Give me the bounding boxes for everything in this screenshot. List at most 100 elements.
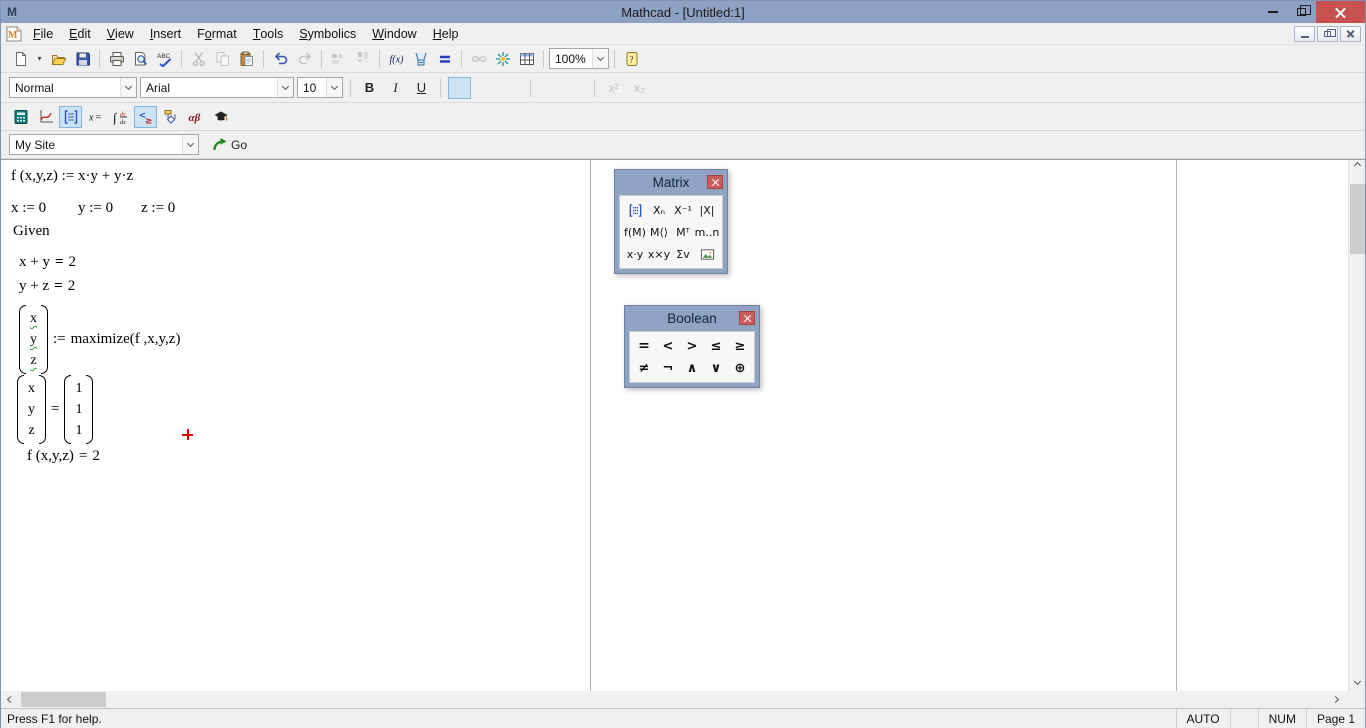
paste-button[interactable] [235,48,258,70]
restore-button[interactable] [1287,1,1316,23]
numbering-button[interactable] [564,77,587,99]
style-combo[interactable]: Normal [9,77,137,98]
underline-button[interactable]: U [410,77,433,99]
vertical-scrollbar-thumb[interactable] [1350,184,1365,254]
align-center-button[interactable] [474,77,497,99]
worksheet[interactable]: f (x,y,z) := x·y + y·z x := 0 y := 0 z :… [1,159,1365,691]
spell-check-button[interactable] [153,48,176,70]
menu-format[interactable]: Fo rmat [189,23,245,44]
picture-button[interactable] [695,243,719,265]
menu-view[interactable]: View [99,23,142,44]
insert-matrix-button[interactable] [623,199,647,221]
and-button[interactable]: ∧ [680,357,704,379]
combo-dropdown-icon[interactable] [326,78,342,97]
open-button[interactable] [47,48,70,70]
redo-button[interactable] [293,48,316,70]
undo-button[interactable] [269,48,292,70]
math-region-solve-block[interactable]: xyz := maximize(f ,x,y,z) [19,305,180,374]
or-button[interactable]: ∨ [704,357,728,379]
bool-equals-button[interactable]: = [632,335,656,357]
resources-combo[interactable]: My Site [9,134,199,155]
superscript-button[interactable]: x² [602,77,625,99]
child-restore-button[interactable] [1317,25,1338,42]
scroll-down-button[interactable] [1349,674,1365,691]
print-preview-button[interactable] [129,48,152,70]
symbolic-toolbar-button[interactable] [209,106,232,128]
matrix-palette-titlebar[interactable]: Matrix [615,170,727,195]
boolean-palette-titlebar[interactable]: Boolean [625,306,759,331]
menu-help[interactable]: Help [425,23,467,44]
copy-button[interactable] [211,48,234,70]
align-left-button[interactable] [448,76,471,99]
child-minimize-button[interactable] [1294,25,1315,42]
insert-function-button[interactable] [385,48,408,70]
align-regions-button[interactable] [327,48,350,70]
inverse-button[interactable]: X⁻¹ [671,199,695,221]
math-region-assign-y[interactable]: y := 0 [78,200,113,217]
new-dropdown-button[interactable]: ▾ [33,48,46,70]
greater-than-button[interactable]: > [680,335,704,357]
close-button[interactable] [739,311,755,325]
graph-toolbar-button[interactable] [34,106,57,128]
new-button[interactable] [9,48,32,70]
print-button[interactable] [105,48,128,70]
vector-sum-button[interactable]: Σv [671,243,695,265]
determinant-button[interactable]: |X| [695,199,719,221]
scroll-left-button[interactable] [1,691,18,708]
greater-equal-button[interactable]: ≥ [728,335,752,357]
menu-window[interactable]: Window [364,23,424,44]
dot-product-button[interactable]: x·y [623,243,647,265]
matrix-toolbar-button[interactable] [59,105,82,128]
horizontal-scrollbar-thumb[interactable] [21,692,106,707]
evaluation-toolbar-button[interactable] [84,106,107,128]
combo-dropdown-icon[interactable] [277,78,293,97]
subscript-operator-button[interactable]: Xₙ [647,199,671,221]
menu-tools[interactable]: Tools [245,23,292,44]
horizontal-scrollbar[interactable] [1,691,1365,708]
font-combo[interactable]: Arial [140,77,294,98]
cross-product-button[interactable]: x×y [647,243,671,265]
menu-insert[interactable]: Insert [142,23,189,44]
insert-table-button[interactable] [515,48,538,70]
minimize-button[interactable] [1258,1,1287,23]
cut-button[interactable] [187,48,210,70]
menu-file[interactable]: File [25,23,61,44]
zoom-combo[interactable]: 100% [549,48,609,69]
less-equal-button[interactable]: ≤ [704,335,728,357]
not-equal-button[interactable]: ≠ [632,357,656,379]
menu-symbolics[interactable]: Symbolics [291,23,364,44]
combo-dropdown-icon[interactable] [120,78,136,97]
combo-dropdown-icon[interactable] [592,49,608,68]
calculus-toolbar-button[interactable] [109,106,132,128]
title-bar[interactable]: M Mathcad - [Untitled:1] [1,1,1365,23]
math-region-result-vector[interactable]: xyz = 1 1 1 [17,375,94,444]
go-button[interactable]: Go [205,134,254,156]
help-button[interactable] [620,48,643,70]
greek-toolbar-button[interactable] [184,106,207,128]
close-button[interactable] [1316,1,1365,23]
separate-regions-button[interactable] [351,48,374,70]
italic-button[interactable]: I [384,77,407,99]
vectorize-button[interactable]: f(M) [623,221,647,243]
subscript-button[interactable]: x₂ [628,77,651,99]
scroll-right-button[interactable] [1328,691,1345,708]
programming-toolbar-button[interactable] [159,106,182,128]
bullets-button[interactable] [538,77,561,99]
math-region-function-definition[interactable]: f (x,y,z) := x·y + y·z [11,168,133,185]
transpose-button[interactable]: Mᵀ [671,221,695,243]
insert-component-button[interactable] [491,48,514,70]
combo-dropdown-icon[interactable] [182,135,198,154]
matrix-column-button[interactable]: M⟨⟩ [647,221,671,243]
not-button[interactable]: ¬ [656,357,680,379]
math-region-assign-x[interactable]: x := 0 [11,200,46,217]
bold-button[interactable]: B [358,77,381,99]
menu-edit[interactable]: Edit [61,23,99,44]
matrix-palette[interactable]: Matrix Xₙ X⁻¹ |X| f(M) M⟨⟩ Mᵀ m..n x·y x… [614,169,728,274]
vertical-scrollbar[interactable] [1348,160,1365,691]
save-button[interactable] [71,48,94,70]
math-region-given[interactable]: Given [13,223,50,240]
scroll-up-button[interactable] [1349,160,1365,177]
insert-unit-button[interactable] [409,48,432,70]
less-than-button[interactable]: < [656,335,680,357]
child-close-button[interactable] [1340,25,1361,42]
